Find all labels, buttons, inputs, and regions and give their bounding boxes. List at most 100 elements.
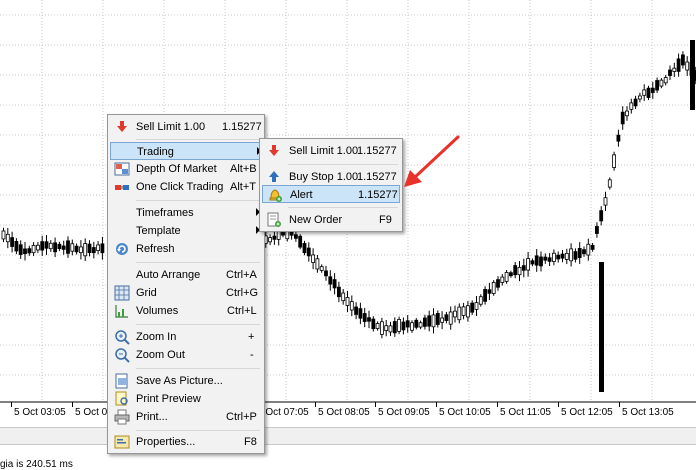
- candle-body: [31, 245, 36, 254]
- menu-item-price: 1.15277: [222, 121, 262, 133]
- menu-item-save-as-picture[interactable]: Save As Picture...: [110, 372, 262, 390]
- candle-body: [311, 254, 316, 263]
- submenu-item-new-order[interactable]: New Order F9: [262, 211, 400, 229]
- candle-body: [690, 40, 695, 110]
- candle-body: [547, 257, 552, 262]
- candle-body: [293, 234, 298, 239]
- candle-body: [27, 248, 32, 254]
- candle-body: [18, 244, 23, 255]
- menu-item-label: Grid: [136, 287, 157, 299]
- menu-item-label: Sell Limit 1.00: [289, 145, 359, 157]
- zoom-in-icon: [114, 329, 130, 345]
- candle-body: [414, 319, 419, 328]
- menu-item-label: Auto Arrange: [136, 269, 201, 281]
- candle-body: [508, 272, 513, 277]
- candle-body: [603, 197, 608, 206]
- menu-item-sell-limit[interactable]: Sell Limit 1.00 1.15277: [110, 118, 262, 136]
- candle-body: [87, 243, 92, 254]
- candle-body: [448, 311, 453, 325]
- candle-body: [397, 319, 402, 332]
- candle-body: [70, 243, 75, 252]
- submenu-item-alert[interactable]: Alert 1.15277: [262, 185, 400, 203]
- candle-body: [526, 258, 530, 271]
- depth-of-market-icon: [114, 161, 130, 177]
- menu-item-label: Print Preview: [136, 393, 201, 405]
- candle-body: [552, 252, 556, 262]
- candle-body: [530, 260, 535, 265]
- candle-body: [298, 235, 303, 248]
- menu-item-grid[interactable]: Grid Ctrl+G: [110, 284, 262, 302]
- candle-body: [569, 248, 573, 262]
- menu-item-print[interactable]: Print... Ctrl+P: [110, 408, 262, 426]
- menu-item-zoom-in[interactable]: Zoom In +: [110, 328, 262, 346]
- time-axis-tick: [558, 402, 559, 407]
- candle-body: [10, 237, 15, 247]
- menu-item-depth-of-market[interactable]: Depth Of Market Alt+B: [110, 160, 262, 178]
- menu-item-label: One Click Trading: [136, 181, 224, 193]
- candle-body: [349, 301, 354, 311]
- candle-body: [100, 243, 105, 254]
- candle-body: [487, 289, 492, 294]
- candle-body: [91, 247, 96, 254]
- time-axis-label: 5 Oct 12:05: [561, 407, 613, 418]
- candle-body: [491, 281, 496, 294]
- candle-body: [336, 286, 341, 298]
- candle-body: [1, 230, 6, 240]
- menu-item-shortcut: Alt+T: [230, 181, 256, 193]
- refresh-icon: [114, 241, 130, 257]
- menu-item-auto-arrange[interactable]: Auto Arrange Ctrl+A: [110, 266, 262, 284]
- candle-body: [556, 254, 561, 260]
- candle-body: [577, 248, 582, 258]
- candle-body: [465, 305, 470, 318]
- menu-item-properties[interactable]: Properties... F8: [110, 433, 262, 451]
- print-preview-icon: [114, 391, 130, 407]
- candle-body: [668, 69, 672, 76]
- candle-body: [478, 296, 483, 305]
- menu-item-refresh[interactable]: Refresh: [110, 240, 262, 258]
- candle-body: [457, 306, 462, 321]
- candle-body: [53, 242, 57, 253]
- menu-item-template[interactable]: Template: [110, 222, 262, 240]
- candle-body: [401, 321, 406, 331]
- menu-item-label: Depth Of Market: [136, 163, 217, 175]
- candle-body: [354, 306, 359, 315]
- save-picture-icon: [114, 373, 130, 389]
- candle-body: [582, 249, 586, 255]
- candle-body: [646, 87, 651, 98]
- properties-icon: [114, 434, 130, 450]
- submenu-item-buy-stop[interactable]: Buy Stop 1.00 1.15277: [262, 168, 400, 186]
- menu-item-label: Buy Stop 1.00: [289, 171, 359, 183]
- candle-body: [650, 87, 655, 93]
- menu-item-label: Save As Picture...: [136, 375, 223, 387]
- menu-item-one-click-trading[interactable]: One Click Trading Alt+T: [110, 178, 262, 196]
- menu-item-shortcut: Ctrl+P: [226, 411, 257, 423]
- time-axis-label: 5 Oct 08:05: [318, 407, 370, 418]
- candle-body: [405, 320, 410, 328]
- candle-body: [375, 323, 380, 329]
- candle-body: [61, 245, 66, 250]
- menu-item-shortcut: F9: [379, 214, 392, 226]
- candle-body: [629, 102, 634, 110]
- chart-scrollbar[interactable]: [0, 427, 696, 445]
- menu-item-volumes[interactable]: Volumes Ctrl+L: [110, 302, 262, 320]
- zoom-out-icon: [114, 347, 130, 363]
- candle-body: [607, 179, 612, 188]
- candle-body: [392, 321, 397, 334]
- candle-body: [272, 235, 277, 240]
- menu-item-timeframes[interactable]: Timeframes: [110, 204, 262, 222]
- menu-item-label: Volumes: [136, 305, 179, 317]
- price-chart[interactable]: [0, 0, 696, 469]
- candle-body: [685, 61, 690, 71]
- menu-item-zoom-out[interactable]: Zoom Out -: [110, 346, 262, 364]
- candle-body: [586, 243, 591, 256]
- status-bar-text: gia is 240.51 ms: [0, 459, 73, 470]
- submenu-item-sell-limit[interactable]: Sell Limit 1.00 1.15277: [262, 142, 400, 160]
- candle-body: [595, 226, 599, 234]
- candle-body: [40, 241, 45, 251]
- one-click-trading-icon: [114, 179, 130, 195]
- candle-body: [513, 265, 518, 276]
- alert-bell-icon: [267, 187, 283, 203]
- menu-item-trading[interactable]: Trading: [110, 142, 262, 160]
- new-order-icon: [266, 212, 282, 228]
- menu-item-print-preview[interactable]: Print Preview: [110, 390, 262, 408]
